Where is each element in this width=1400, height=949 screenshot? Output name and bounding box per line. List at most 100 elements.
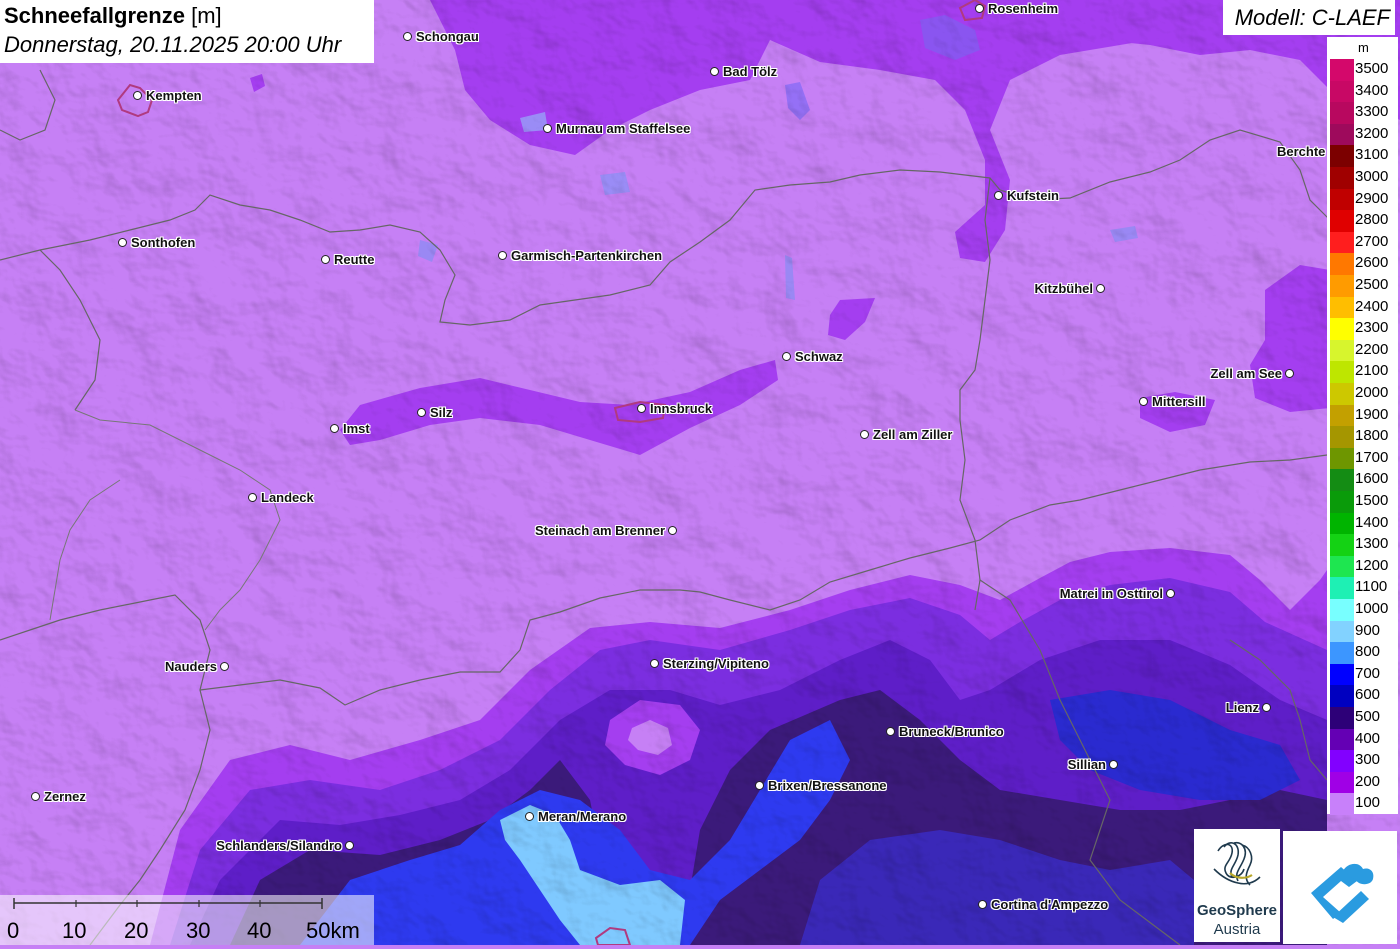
city-marker-zernez[interactable] xyxy=(31,792,40,801)
city-marker-landeck[interactable] xyxy=(248,493,257,502)
legend-label-2000: 2000 xyxy=(1355,384,1389,401)
city-label-zell-am-see[interactable]: Zell am See xyxy=(1210,366,1282,381)
legend-swatch-2600 xyxy=(1330,253,1354,276)
city-label-kufstein[interactable]: Kufstein xyxy=(1007,188,1059,203)
legend-swatch-400 xyxy=(1330,728,1354,751)
legend-label-1200: 1200 xyxy=(1355,556,1389,574)
city-label-nauders[interactable]: Nauders xyxy=(165,659,217,674)
city-label-imst[interactable]: Imst xyxy=(343,421,370,436)
city-label-cortina-d-ampezzo[interactable]: Cortina d'Ampezzo xyxy=(991,897,1108,912)
scale-label-40: 40 xyxy=(247,918,272,943)
legend-label-900: 900 xyxy=(1355,621,1381,639)
city-marker-garmisch-partenkirchen[interactable] xyxy=(498,251,507,260)
map-title-box: Schneefallgrenze [m] Donnerstag, 20.11.2… xyxy=(0,0,374,63)
city-marker-imst[interactable] xyxy=(330,424,339,433)
city-marker-kempten[interactable] xyxy=(133,91,142,100)
city-label-landeck[interactable]: Landeck xyxy=(261,490,314,505)
city-marker-lienz[interactable] xyxy=(1262,703,1271,712)
legend-label-1000: 1000 xyxy=(1355,600,1389,617)
city-marker-sterzing-vipiteno[interactable] xyxy=(650,659,659,668)
city-marker-mittersill[interactable] xyxy=(1139,397,1148,406)
legend-swatch-3400 xyxy=(1330,80,1354,103)
city-label-reutte[interactable]: Reutte xyxy=(334,252,374,267)
city-marker-rosenheim[interactable] xyxy=(975,4,984,13)
city-label-kitzb-hel[interactable]: Kitzbühel xyxy=(1035,281,1094,296)
city-marker-innsbruck[interactable] xyxy=(637,404,646,413)
city-label-zernez[interactable]: Zernez xyxy=(44,789,86,804)
legend-label-2900: 2900 xyxy=(1355,189,1389,207)
city-marker-steinach-am-brenner[interactable] xyxy=(668,526,677,535)
legend-swatch-2900 xyxy=(1330,188,1354,211)
city-marker-kufstein[interactable] xyxy=(994,191,1003,200)
city-marker-murnau-am-staffelsee[interactable] xyxy=(543,124,552,133)
city-label-mittersill[interactable]: Mittersill xyxy=(1152,394,1205,409)
legend-label-3300: 3300 xyxy=(1355,103,1389,121)
city-label-sterzing-vipiteno[interactable]: Sterzing/Vipiteno xyxy=(663,656,769,671)
city-label-brixen-bressanone[interactable]: Brixen/Bressanone xyxy=(768,778,887,793)
city-marker-meran-merano[interactable] xyxy=(525,812,534,821)
city-marker-sillian[interactable] xyxy=(1109,760,1118,769)
model-box: Modell: C-LAEF xyxy=(1223,0,1395,35)
city-marker-reutte[interactable] xyxy=(321,255,330,264)
city-marker-cortina-d-ampezzo[interactable] xyxy=(978,900,987,909)
city-label-schwaz[interactable]: Schwaz xyxy=(795,349,843,364)
city-label-lienz[interactable]: Lienz xyxy=(1226,700,1259,715)
city-marker-silz[interactable] xyxy=(417,408,426,417)
city-label-schlanders-silandro[interactable]: Schlanders/Silandro xyxy=(216,838,342,853)
city-marker-matrei-in-osttirol[interactable] xyxy=(1166,589,1175,598)
legend-swatch-1200 xyxy=(1330,555,1354,578)
color-legend: m 3500 3400 3300 3200 3100 3000 2900 2800 2700 26… xyxy=(1327,37,1398,816)
city-label-matrei-in-osttirol[interactable]: Matrei in Osttirol xyxy=(1060,586,1163,601)
legend-label-1300: 1300 xyxy=(1355,535,1389,553)
legend-swatch-1100 xyxy=(1330,577,1354,600)
city-label-kempten[interactable]: Kempten xyxy=(146,88,202,103)
legend-swatch-300 xyxy=(1330,750,1354,773)
city-label-silz[interactable]: Silz xyxy=(430,405,452,420)
city-label-sonthofen[interactable]: Sonthofen xyxy=(131,235,195,250)
city-label-innsbruck[interactable]: Innsbruck xyxy=(650,401,712,416)
legend-swatch-2700 xyxy=(1330,231,1354,254)
city-marker-sonthofen[interactable] xyxy=(118,238,127,247)
legend-label-2700: 2700 xyxy=(1355,232,1389,250)
city-marker-nauders[interactable] xyxy=(220,662,229,671)
city-marker-brixen-bressanone[interactable] xyxy=(755,781,764,790)
city-label-berchte[interactable]: Berchte xyxy=(1277,144,1325,159)
legend-label-3000: 3000 xyxy=(1355,168,1389,185)
city-label-bruneck-brunico[interactable]: Bruneck/Brunico xyxy=(899,724,1004,739)
legend-swatch-1900 xyxy=(1330,404,1354,427)
city-label-schongau[interactable]: Schongau xyxy=(416,29,479,44)
weather-app-logo[interactable] xyxy=(1283,831,1397,944)
legend-label-800: 800 xyxy=(1355,643,1381,661)
weather-app-logo-icon xyxy=(1311,863,1374,923)
city-marker-schwaz[interactable] xyxy=(782,352,791,361)
city-label-bad-t-lz[interactable]: Bad Tölz xyxy=(723,64,777,79)
city-marker-zell-am-ziller[interactable] xyxy=(860,430,869,439)
legend-swatch-500 xyxy=(1330,707,1354,730)
legend-label-2200: 2200 xyxy=(1355,340,1389,358)
legend-swatch-100 xyxy=(1330,793,1354,816)
city-label-rosenheim[interactable]: Rosenheim xyxy=(988,1,1058,16)
city-marker-kitzb-hel[interactable] xyxy=(1096,284,1105,293)
scale-label-10: 10 xyxy=(62,918,87,943)
legend-label-1400: 1400 xyxy=(1355,513,1389,531)
city-label-garmisch-partenkirchen[interactable]: Garmisch-Partenkirchen xyxy=(511,248,662,263)
geosphere-logo[interactable]: GeoSphere Austria xyxy=(1194,829,1280,942)
city-label-murnau-am-staffelsee[interactable]: Murnau am Staffelsee xyxy=(556,121,690,136)
city-marker-schlanders-silandro[interactable] xyxy=(345,841,354,850)
legend-swatch-2100 xyxy=(1330,361,1354,384)
city-marker-bruneck-brunico[interactable] xyxy=(886,727,895,736)
legend-swatch-1700 xyxy=(1330,447,1354,470)
city-label-zell-am-ziller[interactable]: Zell am Ziller xyxy=(873,427,952,442)
city-label-sillian[interactable]: Sillian xyxy=(1068,757,1106,772)
city-marker-bad-t-lz[interactable] xyxy=(710,67,719,76)
legend-swatch-1000 xyxy=(1330,599,1354,622)
city-marker-zell-am-see[interactable] xyxy=(1285,369,1294,378)
model-name: Modell: C-LAEF xyxy=(1234,5,1390,30)
city-marker-schongau[interactable] xyxy=(403,32,412,41)
city-label-steinach-am-brenner[interactable]: Steinach am Brenner xyxy=(535,523,665,538)
snowfall-line-map[interactable] xyxy=(0,0,1400,945)
legend-swatch-900 xyxy=(1330,620,1354,643)
legend-swatch-600 xyxy=(1330,685,1354,708)
legend-swatch-800 xyxy=(1330,642,1354,665)
city-label-meran-merano[interactable]: Meran/Merano xyxy=(538,809,626,824)
